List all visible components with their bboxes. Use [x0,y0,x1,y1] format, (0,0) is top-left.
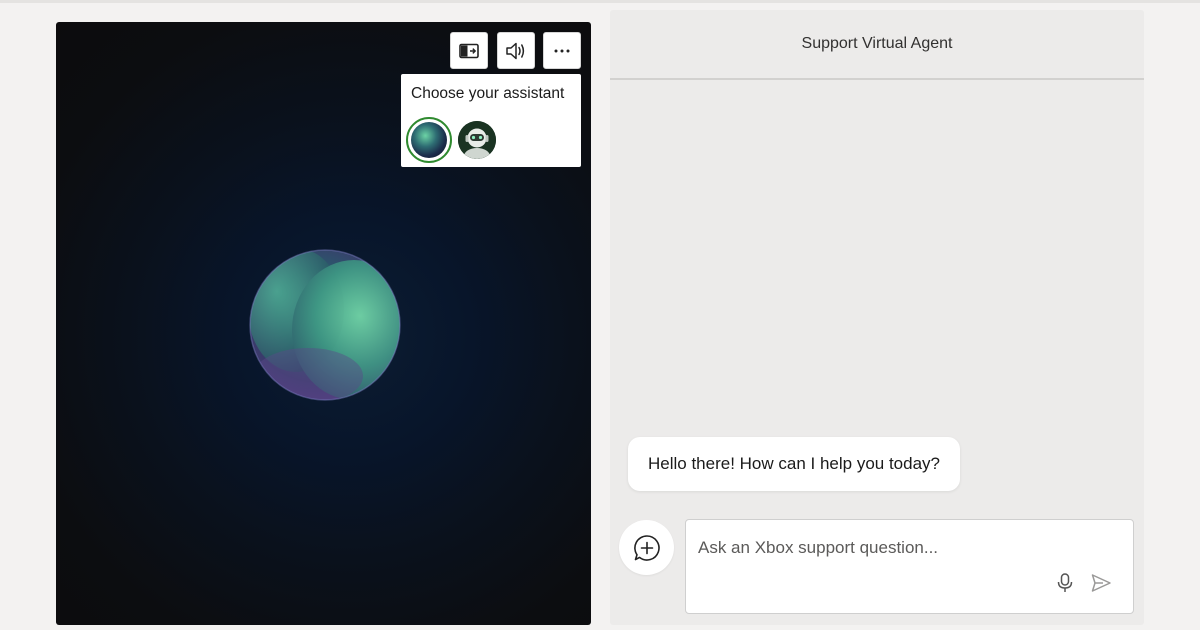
chat-header: Support Virtual Agent [610,10,1144,80]
assistant-picker-title: Choose your assistant [411,85,565,102]
more-icon [554,49,570,52]
assistant-option-robot[interactable] [454,117,500,163]
chat-panel: Support Virtual Agent Hello there! How c… [610,10,1144,625]
sound-button[interactable] [497,32,535,69]
layout-icon [459,43,479,58]
layout-toggle-button[interactable] [450,32,488,69]
microphone-icon[interactable] [1054,572,1076,594]
agent-message-bubble: Hello there! How can I help you today? [628,437,961,491]
agent-message-text: Hello there! How can I help you today? [648,454,941,473]
orb-avatar-icon [411,122,447,158]
send-icon[interactable] [1090,572,1112,594]
assistant-orb [249,249,401,401]
speaker-icon [506,42,525,59]
chat-add-icon [633,534,660,561]
assistant-option-orb[interactable] [406,117,452,163]
more-options-button[interactable] [543,32,581,69]
new-conversation-button[interactable] [619,520,674,575]
assistant-visual-panel: Choose your assistant [56,22,591,625]
top-divider [0,0,1200,3]
message-input-box [685,519,1134,614]
assistant-picker-popover: Choose your assistant [401,74,581,167]
robot-avatar-icon [458,121,496,159]
message-input[interactable] [698,536,1118,560]
chat-title: Support Virtual Agent [801,35,953,52]
